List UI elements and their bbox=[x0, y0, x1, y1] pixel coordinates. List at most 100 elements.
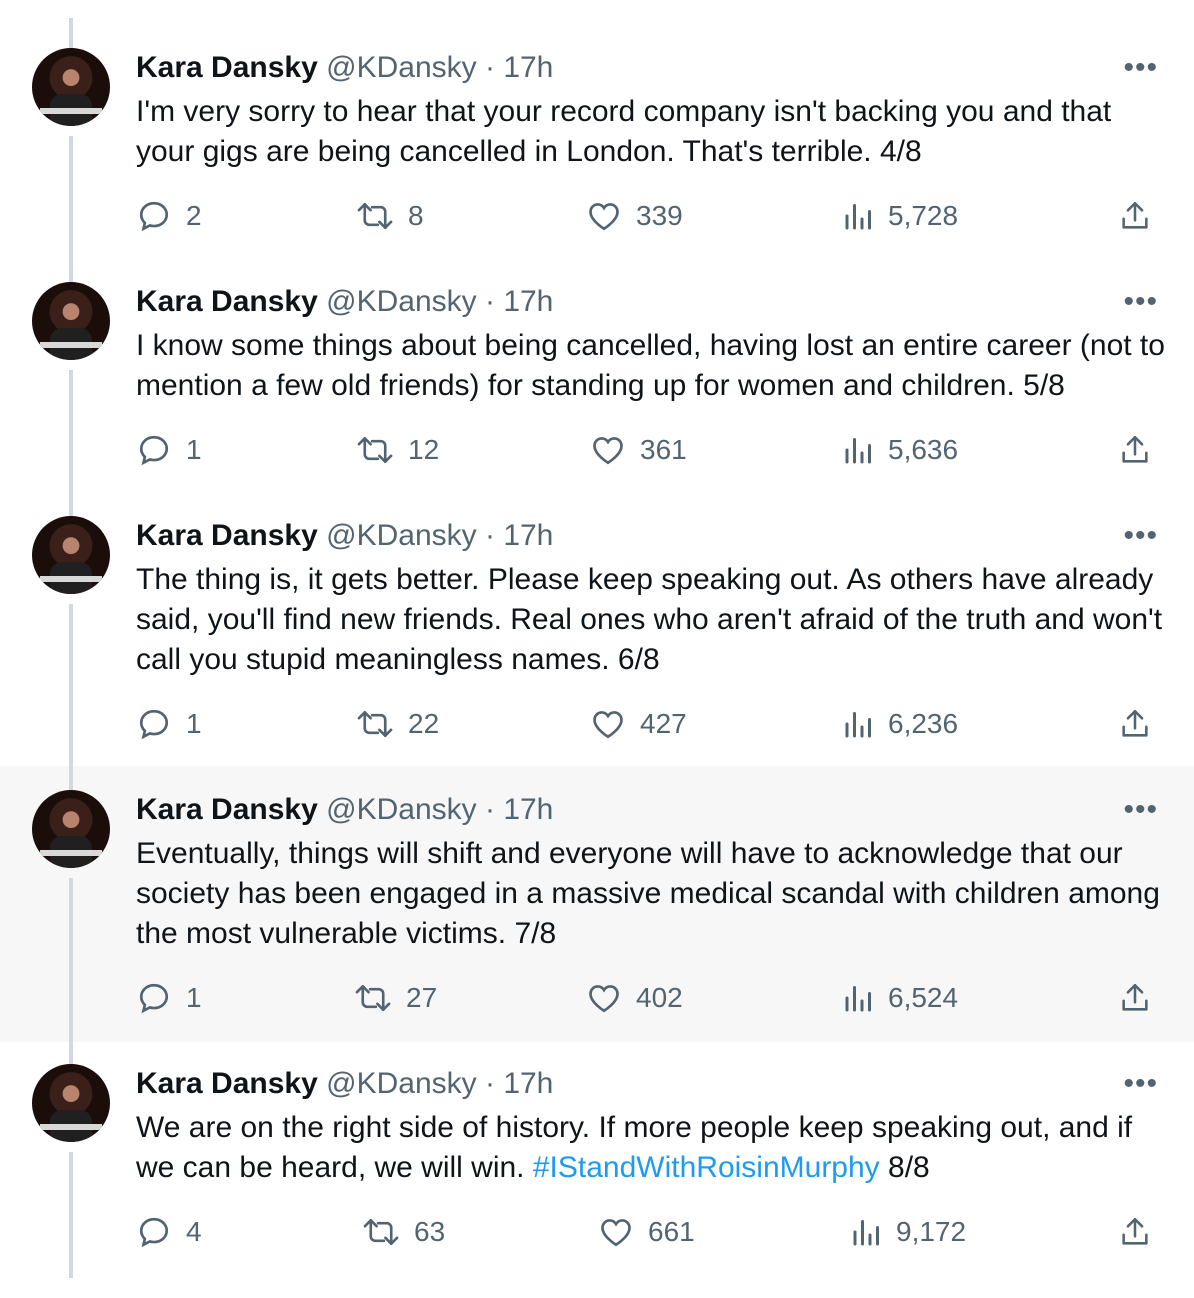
author-name[interactable]: Kara Dansky bbox=[136, 51, 318, 84]
author-name[interactable]: Kara Dansky bbox=[136, 1067, 318, 1100]
retweet-button[interactable]: 63 bbox=[362, 1214, 445, 1250]
share-button[interactable] bbox=[1118, 706, 1152, 742]
more-icon[interactable]: ••• bbox=[1123, 53, 1158, 83]
retweet-button[interactable]: 8 bbox=[356, 198, 424, 234]
tweet-header: Kara Dansky @KDansky · 17h bbox=[136, 284, 553, 320]
tweet-header: Kara Dansky @KDansky · 17h bbox=[136, 518, 553, 554]
heart-icon bbox=[590, 706, 626, 742]
more-icon[interactable]: ••• bbox=[1123, 287, 1158, 317]
reply-count: 4 bbox=[186, 1216, 202, 1247]
share-button[interactable] bbox=[1118, 432, 1152, 468]
tweet-text-suffix: 8/8 bbox=[879, 1151, 930, 1184]
reply-button[interactable]: 4 bbox=[136, 1214, 202, 1250]
author-name[interactable]: Kara Dansky bbox=[136, 285, 318, 318]
tweet-text: I'm very sorry to hear that your record … bbox=[136, 92, 1166, 172]
thread-connector bbox=[69, 1042, 73, 1064]
like-button[interactable]: 339 bbox=[586, 198, 683, 234]
tweet[interactable]: Kara Dansky @KDansky · 17h ••• The thing… bbox=[0, 504, 1194, 766]
thread-connector bbox=[69, 766, 73, 790]
retweet-icon bbox=[356, 706, 394, 742]
reply-icon bbox=[136, 706, 172, 742]
heart-icon bbox=[586, 198, 622, 234]
more-icon[interactable]: ••• bbox=[1123, 1069, 1158, 1099]
timestamp[interactable]: 17h bbox=[503, 1067, 553, 1100]
reply-count: 1 bbox=[186, 982, 202, 1013]
like-button[interactable]: 661 bbox=[598, 1214, 695, 1250]
timestamp[interactable]: 17h bbox=[503, 793, 553, 826]
like-button[interactable]: 427 bbox=[590, 706, 687, 742]
avatar[interactable] bbox=[32, 1064, 110, 1142]
timestamp[interactable]: 17h bbox=[503, 519, 553, 552]
more-icon[interactable]: ••• bbox=[1123, 521, 1158, 551]
retweet-icon bbox=[356, 432, 394, 468]
tweet-text-content: The thing is, it gets better. Please kee… bbox=[136, 563, 1163, 676]
tweet-header: Kara Dansky @KDansky · 17h bbox=[136, 50, 553, 86]
tweet[interactable]: Kara Dansky @KDansky · 17h ••• I know so… bbox=[0, 270, 1194, 504]
timestamp[interactable]: 17h bbox=[503, 285, 553, 318]
author-handle[interactable]: @KDansky bbox=[326, 793, 477, 826]
views-button[interactable]: 5,636 bbox=[844, 432, 958, 468]
views-count: 6,524 bbox=[888, 982, 959, 1013]
views-count: 5,636 bbox=[888, 434, 959, 465]
author-name[interactable]: Kara Dansky bbox=[136, 793, 318, 826]
share-icon bbox=[1118, 198, 1152, 234]
tweet-header: Kara Dansky @KDansky · 17h bbox=[136, 792, 553, 828]
like-button[interactable]: 402 bbox=[586, 980, 683, 1016]
heart-icon bbox=[598, 1214, 634, 1250]
share-button[interactable] bbox=[1118, 198, 1152, 234]
author-name[interactable]: Kara Dansky bbox=[136, 519, 318, 552]
like-count: 427 bbox=[640, 708, 687, 739]
avatar[interactable] bbox=[32, 516, 110, 594]
share-icon bbox=[1118, 706, 1152, 742]
share-button[interactable] bbox=[1118, 980, 1152, 1016]
tweet-text: Eventually, things will shift and everyo… bbox=[136, 834, 1166, 954]
retweet-button[interactable]: 27 bbox=[354, 980, 437, 1016]
avatar[interactable] bbox=[32, 48, 110, 126]
tweet[interactable]: Kara Dansky @KDansky · 17h ••• Eventuall… bbox=[0, 766, 1194, 1042]
reply-count: 1 bbox=[186, 434, 202, 465]
timestamp[interactable]: 17h bbox=[503, 51, 553, 84]
tweet-text-content: I know some things about being cancelled… bbox=[136, 329, 1165, 402]
avatar[interactable] bbox=[32, 790, 110, 868]
retweet-icon bbox=[362, 1214, 400, 1250]
reply-icon bbox=[136, 980, 172, 1016]
avatar[interactable] bbox=[32, 282, 110, 360]
tweet-text: The thing is, it gets better. Please kee… bbox=[136, 560, 1166, 680]
reply-button[interactable]: 1 bbox=[136, 980, 202, 1016]
retweet-button[interactable]: 12 bbox=[356, 432, 439, 468]
reply-button[interactable]: 2 bbox=[136, 198, 202, 234]
views-button[interactable]: 5,728 bbox=[844, 198, 958, 234]
reply-button[interactable]: 1 bbox=[136, 706, 202, 742]
views-button[interactable]: 9,172 bbox=[852, 1214, 966, 1250]
like-count: 339 bbox=[636, 200, 683, 231]
views-button[interactable]: 6,524 bbox=[844, 980, 958, 1016]
more-icon[interactable]: ••• bbox=[1123, 795, 1158, 825]
views-count: 5,728 bbox=[888, 200, 959, 231]
author-handle[interactable]: @KDansky bbox=[326, 285, 477, 318]
separator-dot: · bbox=[484, 793, 495, 826]
tweet[interactable]: Kara Dansky @KDansky · 17h ••• We are on… bbox=[0, 1042, 1194, 1298]
author-handle[interactable]: @KDansky bbox=[326, 519, 477, 552]
reply-count: 2 bbox=[186, 200, 202, 231]
hashtag-link[interactable]: #IStandWithRoisinMurphy bbox=[533, 1151, 880, 1184]
views-button[interactable]: 6,236 bbox=[844, 706, 958, 742]
share-icon bbox=[1118, 432, 1152, 468]
reply-button[interactable]: 1 bbox=[136, 432, 202, 468]
share-button[interactable] bbox=[1118, 1214, 1152, 1250]
retweet-button[interactable]: 22 bbox=[356, 706, 439, 742]
tweet-actions: 1 12 361 5,636 bbox=[0, 432, 1194, 472]
views-count: 6,236 bbox=[888, 708, 959, 739]
heart-icon bbox=[590, 432, 626, 468]
author-handle[interactable]: @KDansky bbox=[326, 1067, 477, 1100]
views-icon bbox=[844, 980, 874, 1016]
separator-dot: · bbox=[484, 1067, 495, 1100]
author-handle[interactable]: @KDansky bbox=[326, 51, 477, 84]
like-button[interactable]: 361 bbox=[590, 432, 687, 468]
tweet-actions: 4 63 661 9,172 bbox=[0, 1214, 1194, 1254]
tweet-text: I know some things about being cancelled… bbox=[136, 326, 1166, 406]
tweet-actions: 1 27 402 6,524 bbox=[0, 980, 1194, 1020]
like-count: 361 bbox=[640, 434, 687, 465]
separator-dot: · bbox=[484, 285, 495, 318]
tweet[interactable]: Kara Dansky @KDansky · 17h ••• I'm very … bbox=[0, 0, 1194, 270]
retweet-count: 8 bbox=[408, 200, 424, 231]
